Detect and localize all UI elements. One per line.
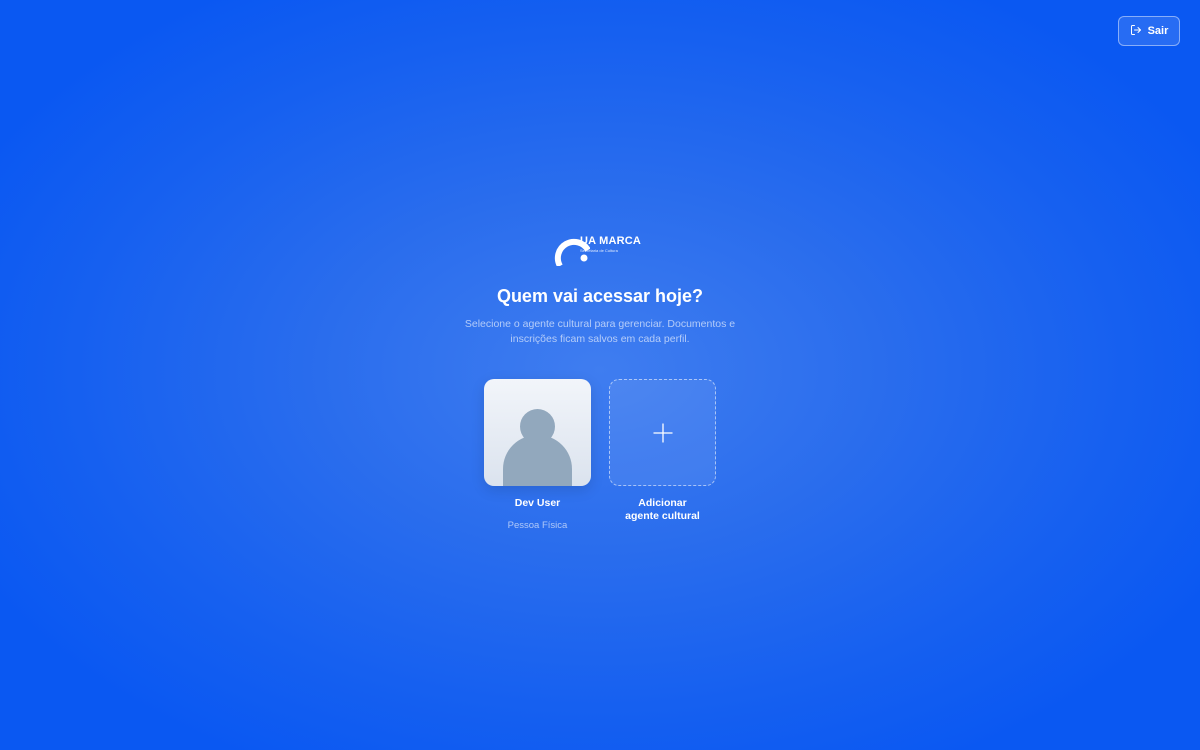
add-agent-label-line1: Adicionar [638,497,687,509]
page-subtitle: Selecione o agente cultural para gerenci… [464,318,736,345]
page-title: Quem vai acessar hoje? [496,286,704,306]
brand-name: UA MARCA [580,235,642,247]
profile-list: Dev User Pessoa Física Adicionar agente … [484,379,716,531]
add-agent-card[interactable] [609,379,716,486]
add-agent-label: Adicionar agente cultural [625,497,700,523]
profile-type: Pessoa Física [507,520,568,531]
avatar-head [520,409,555,444]
add-agent-label-line2: agente cultural [625,510,700,522]
user-avatar-icon[interactable] [484,379,591,486]
profile-selection: UA MARCA Secretaria de Cultura Quem vai … [0,232,1200,531]
brand-subtitle: Secretaria de Cultura [580,248,618,253]
plus-icon [652,422,673,443]
logout-button[interactable]: Sair [1118,16,1180,46]
profile-name: Dev User [514,497,561,509]
logout-label: Sair [1147,25,1169,37]
add-agent-button[interactable]: Adicionar agente cultural [609,379,716,531]
brand-logo: UA MARCA Secretaria de Cultura [550,232,650,268]
profile-card-dev-user[interactable]: Dev User Pessoa Física [484,379,591,531]
logout-icon [1130,24,1142,39]
